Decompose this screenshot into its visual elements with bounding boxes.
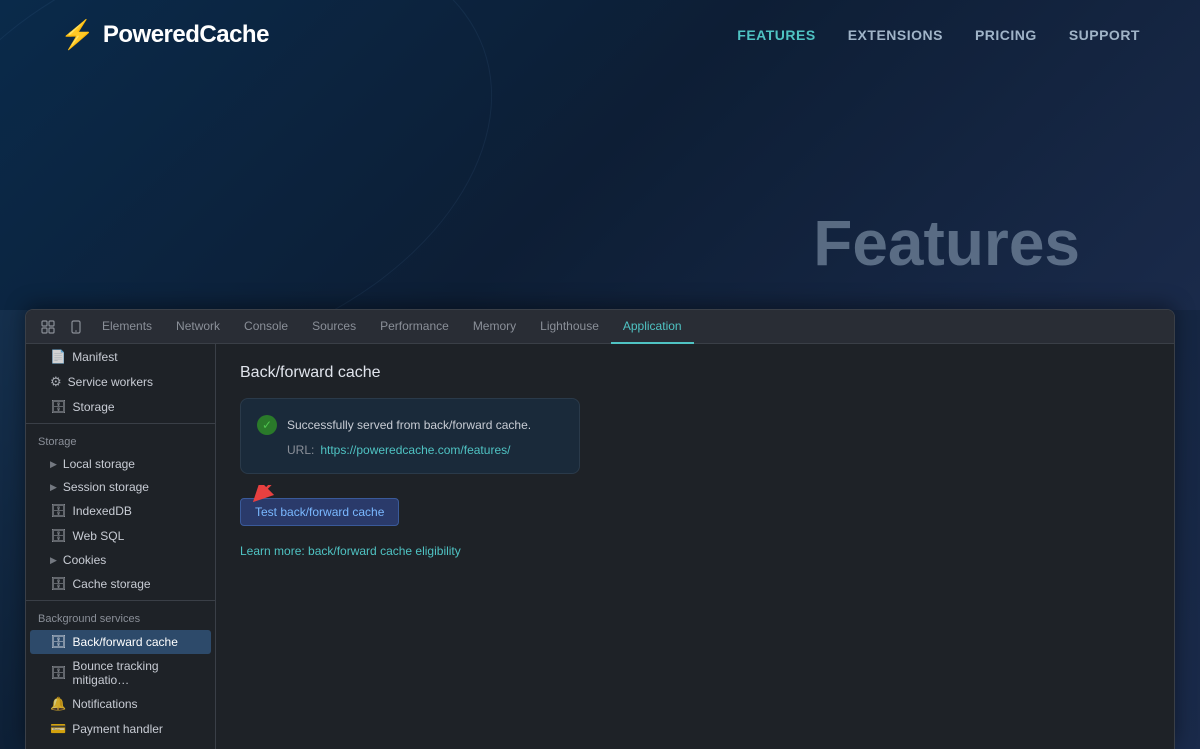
sidebar-item-websql[interactable]: 🗄 Web SQL: [30, 524, 211, 548]
hero-title: Features: [813, 206, 1080, 280]
sidebar-item-session-storage[interactable]: ▶ Session storage: [30, 476, 211, 498]
sidebar-label-local-storage: Local storage: [63, 457, 135, 471]
success-check-icon: ✓: [257, 415, 277, 435]
sidebar-item-payment-handler[interactable]: 💳 Payment handler: [30, 717, 211, 741]
devtools-icon-mobile[interactable]: [62, 313, 90, 341]
session-storage-icon: ▶: [50, 482, 57, 493]
url-row: URL: https://poweredcache.com/features/: [257, 443, 563, 457]
sidebar-item-storage-top[interactable]: 🗄 Storage: [30, 395, 211, 419]
page-title: Back/forward cache: [240, 364, 1150, 382]
tab-sources[interactable]: Sources: [300, 310, 368, 344]
sidebar-label-back-forward-cache: Back/forward cache: [73, 635, 178, 649]
devtools-sidebar: 📄 Manifest ⚙ Service workers 🗄 Storage S…: [26, 344, 216, 749]
back-forward-cache-icon: 🗄: [50, 634, 67, 650]
sidebar-divider-1: [26, 423, 215, 424]
sidebar-label-service-workers: Service workers: [68, 375, 153, 389]
sidebar-item-service-workers[interactable]: ⚙ Service workers: [30, 370, 211, 394]
tab-elements[interactable]: Elements: [90, 310, 164, 344]
tab-memory[interactable]: Memory: [461, 310, 528, 344]
tab-console[interactable]: Console: [232, 310, 300, 344]
logo: ⚡ PoweredCache: [60, 18, 269, 51]
sidebar-label-indexeddb: IndexedDB: [73, 504, 132, 518]
local-storage-icon: ▶: [50, 459, 57, 470]
test-button-container: Test back/forward cache: [240, 490, 399, 540]
bg-services-section-label: Background services: [38, 613, 140, 625]
cookies-icon: ▶: [50, 555, 57, 566]
tab-application[interactable]: Application: [611, 310, 694, 344]
url-label: URL:: [287, 443, 314, 457]
sidebar-divider-2: [26, 600, 215, 601]
sidebar-item-cache-storage[interactable]: 🗄 Cache storage: [30, 572, 211, 596]
main-content-area: Back/forward cache ✓ Successfully served…: [216, 344, 1174, 749]
sidebar-item-local-storage[interactable]: ▶ Local storage: [30, 453, 211, 475]
tab-lighthouse[interactable]: Lighthouse: [528, 310, 611, 344]
sidebar-item-bounce-tracking[interactable]: 🗄 Bounce tracking mitigatio…: [30, 655, 211, 691]
sidebar-item-notifications[interactable]: 🔔 Notifications: [30, 692, 211, 716]
devtools-panel: Elements Network Console Sources Perform…: [25, 309, 1175, 749]
cache-storage-icon: 🗄: [50, 576, 67, 592]
nav-pricing[interactable]: PRICING: [975, 27, 1037, 43]
indexeddb-icon: 🗄: [50, 503, 67, 519]
nav-features[interactable]: FEATURES: [737, 27, 815, 43]
url-value: https://poweredcache.com/features/: [320, 443, 510, 457]
devtools-icon-cursor[interactable]: [34, 313, 62, 341]
sidebar-item-back-forward-cache[interactable]: 🗄 Back/forward cache: [30, 630, 211, 654]
success-banner: ✓ Successfully served from back/forward …: [240, 398, 580, 474]
sidebar-label-payment-handler: Payment handler: [72, 722, 163, 736]
manifest-icon: 📄: [50, 349, 66, 365]
sidebar-item-push-messaging[interactable]: ☁ Push messaging: [30, 742, 211, 749]
sidebar-label-manifest: Manifest: [72, 350, 117, 364]
sidebar-item-manifest[interactable]: 📄 Manifest: [30, 345, 211, 369]
devtools-body: 📄 Manifest ⚙ Service workers 🗄 Storage S…: [26, 344, 1174, 749]
nav-links: FEATURES EXTENSIONS PRICING SUPPORT: [737, 27, 1140, 43]
nav-support[interactable]: SUPPORT: [1069, 27, 1140, 43]
sidebar-label-storage-top: Storage: [73, 400, 115, 414]
tab-performance[interactable]: Performance: [368, 310, 461, 344]
sidebar-label-session-storage: Session storage: [63, 480, 149, 494]
sidebar-label-cookies: Cookies: [63, 553, 106, 567]
devtools-tabs-bar: Elements Network Console Sources Perform…: [26, 310, 1174, 344]
notifications-icon: 🔔: [50, 696, 66, 712]
learn-more-link[interactable]: Learn more: back/forward cache eligibili…: [240, 544, 1150, 558]
sidebar-label-cache-storage: Cache storage: [73, 577, 151, 591]
sidebar-section-storage: Storage: [26, 428, 215, 452]
test-back-forward-cache-button[interactable]: Test back/forward cache: [240, 498, 399, 526]
nav-extensions[interactable]: EXTENSIONS: [848, 27, 943, 43]
sidebar-label-notifications: Notifications: [72, 697, 137, 711]
service-workers-icon: ⚙: [50, 374, 62, 390]
sidebar-section-bg-services: Background services: [26, 605, 215, 629]
website-nav: ⚡ PoweredCache FEATURES EXTENSIONS PRICI…: [0, 0, 1200, 69]
logo-bolt-icon: ⚡: [60, 18, 95, 51]
website-background: ⚡ PoweredCache FEATURES EXTENSIONS PRICI…: [0, 0, 1200, 310]
sidebar-label-websql: Web SQL: [73, 529, 125, 543]
sidebar-item-cookies[interactable]: ▶ Cookies: [30, 549, 211, 571]
success-header: ✓ Successfully served from back/forward …: [257, 415, 563, 435]
success-message: Successfully served from back/forward ca…: [287, 418, 531, 432]
logo-text: PoweredCache: [103, 21, 269, 49]
sidebar-label-bounce-tracking: Bounce tracking mitigatio…: [73, 659, 199, 687]
storage-top-icon: 🗄: [50, 399, 67, 415]
bounce-tracking-icon: 🗄: [50, 665, 67, 681]
websql-icon: 🗄: [50, 528, 67, 544]
sidebar-item-indexeddb[interactable]: 🗄 IndexedDB: [30, 499, 211, 523]
payment-handler-icon: 💳: [50, 721, 66, 737]
tab-network[interactable]: Network: [164, 310, 232, 344]
storage-section-label: Storage: [38, 436, 77, 448]
